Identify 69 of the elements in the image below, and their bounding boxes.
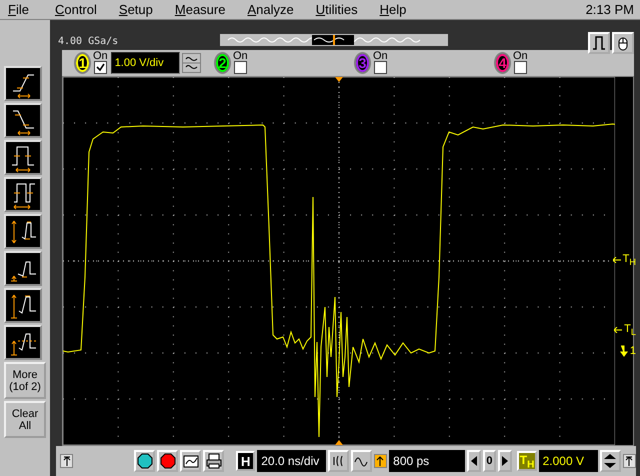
scale-field[interactable]: 1.00 V/div (110, 52, 180, 74)
sidebar-button[interactable]: More (1of 2) (4, 362, 46, 399)
measure-button[interactable] (4, 140, 42, 175)
right-arrow-button[interactable] (498, 450, 512, 472)
up-arrow-icon (376, 456, 384, 466)
sample-rate: 4.00 GSa/s (58, 36, 120, 47)
left-arrow-icon (614, 326, 622, 333)
trigger-level-field[interactable]: 2.000 V (538, 450, 598, 472)
toolbar-button[interactable] (350, 450, 372, 472)
on-label: On (233, 51, 248, 62)
delay-field[interactable]: 800 ps (389, 450, 466, 472)
trigger-button[interactable]: T$_{H}$ (517, 451, 537, 472)
toolbar-button[interactable] (134, 450, 156, 472)
left-arrow-icon (470, 456, 478, 466)
measure-button[interactable] (4, 288, 42, 323)
chart-icon (182, 453, 199, 470)
channel-checkbox[interactable] (234, 61, 247, 74)
measure-button[interactable] (4, 325, 42, 360)
menu-item[interactable]: Measure (174, 2, 226, 17)
zero-button[interactable]: 0 (482, 450, 496, 472)
channel-number[interactable]: 4 (494, 52, 511, 74)
sidebar-button[interactable]: Clear All (4, 401, 46, 438)
threshold-label: T$_{L}$ (624, 322, 636, 337)
coupling-spinner[interactable] (182, 52, 201, 73)
toolbar-button[interactable] (180, 450, 202, 472)
on-label: On (513, 51, 528, 62)
measure-button[interactable] (4, 251, 42, 286)
on-label: On (93, 51, 108, 62)
checkmark-icon (96, 63, 105, 72)
horizontal-button[interactable]: H (236, 451, 256, 472)
toolbar-button[interactable] (328, 450, 349, 472)
channel-checkbox[interactable] (374, 61, 387, 74)
up-arrow-icon (625, 456, 634, 466)
spinner-button[interactable] (600, 450, 621, 472)
trigger-arrow-icon (620, 344, 628, 357)
menu-item[interactable]: Help (380, 2, 406, 17)
octagon-icon (160, 453, 176, 470)
toolbar-button[interactable] (588, 32, 610, 54)
channel-checkbox[interactable] (94, 61, 107, 74)
channel-number[interactable]: 1 (74, 52, 91, 74)
toolbar-button[interactable] (203, 450, 224, 472)
trigger-channel-label: 1 (630, 344, 636, 357)
channel-number[interactable]: 2 (214, 52, 231, 74)
printer-icon (206, 453, 222, 470)
measure-button[interactable] (4, 66, 42, 101)
left-arrow-icon (612, 256, 621, 263)
left-arrow-button[interactable] (467, 450, 481, 472)
channel-checkbox[interactable] (514, 61, 527, 74)
menu-item[interactable]: File (8, 2, 29, 17)
toolbar-button[interactable] (612, 32, 634, 54)
menu-item[interactable]: Utilities (316, 2, 358, 17)
measure-button[interactable] (4, 177, 42, 212)
menu-item[interactable]: Setup (118, 2, 153, 17)
menu-item[interactable]: Analyze (247, 2, 294, 17)
timebase-field[interactable]: 20.0 ns/div (257, 450, 326, 472)
waveform-icon (331, 454, 346, 468)
octagon-icon (136, 453, 153, 470)
clock-time: 2:13 PM (586, 2, 634, 17)
up-down-arrows-icon (603, 453, 618, 470)
measure-button[interactable] (4, 103, 42, 138)
square-wave-icon (591, 34, 607, 51)
up-arrow-icon (62, 456, 71, 466)
menu-item[interactable]: Control (54, 2, 97, 17)
channel-number[interactable]: 3 (354, 52, 371, 74)
toolbar-button[interactable] (157, 450, 178, 472)
measure-button[interactable] (4, 214, 42, 249)
on-label: On (373, 51, 388, 62)
right-arrow-icon (500, 456, 509, 466)
threshold-label: T$_{H}$ (622, 252, 636, 267)
